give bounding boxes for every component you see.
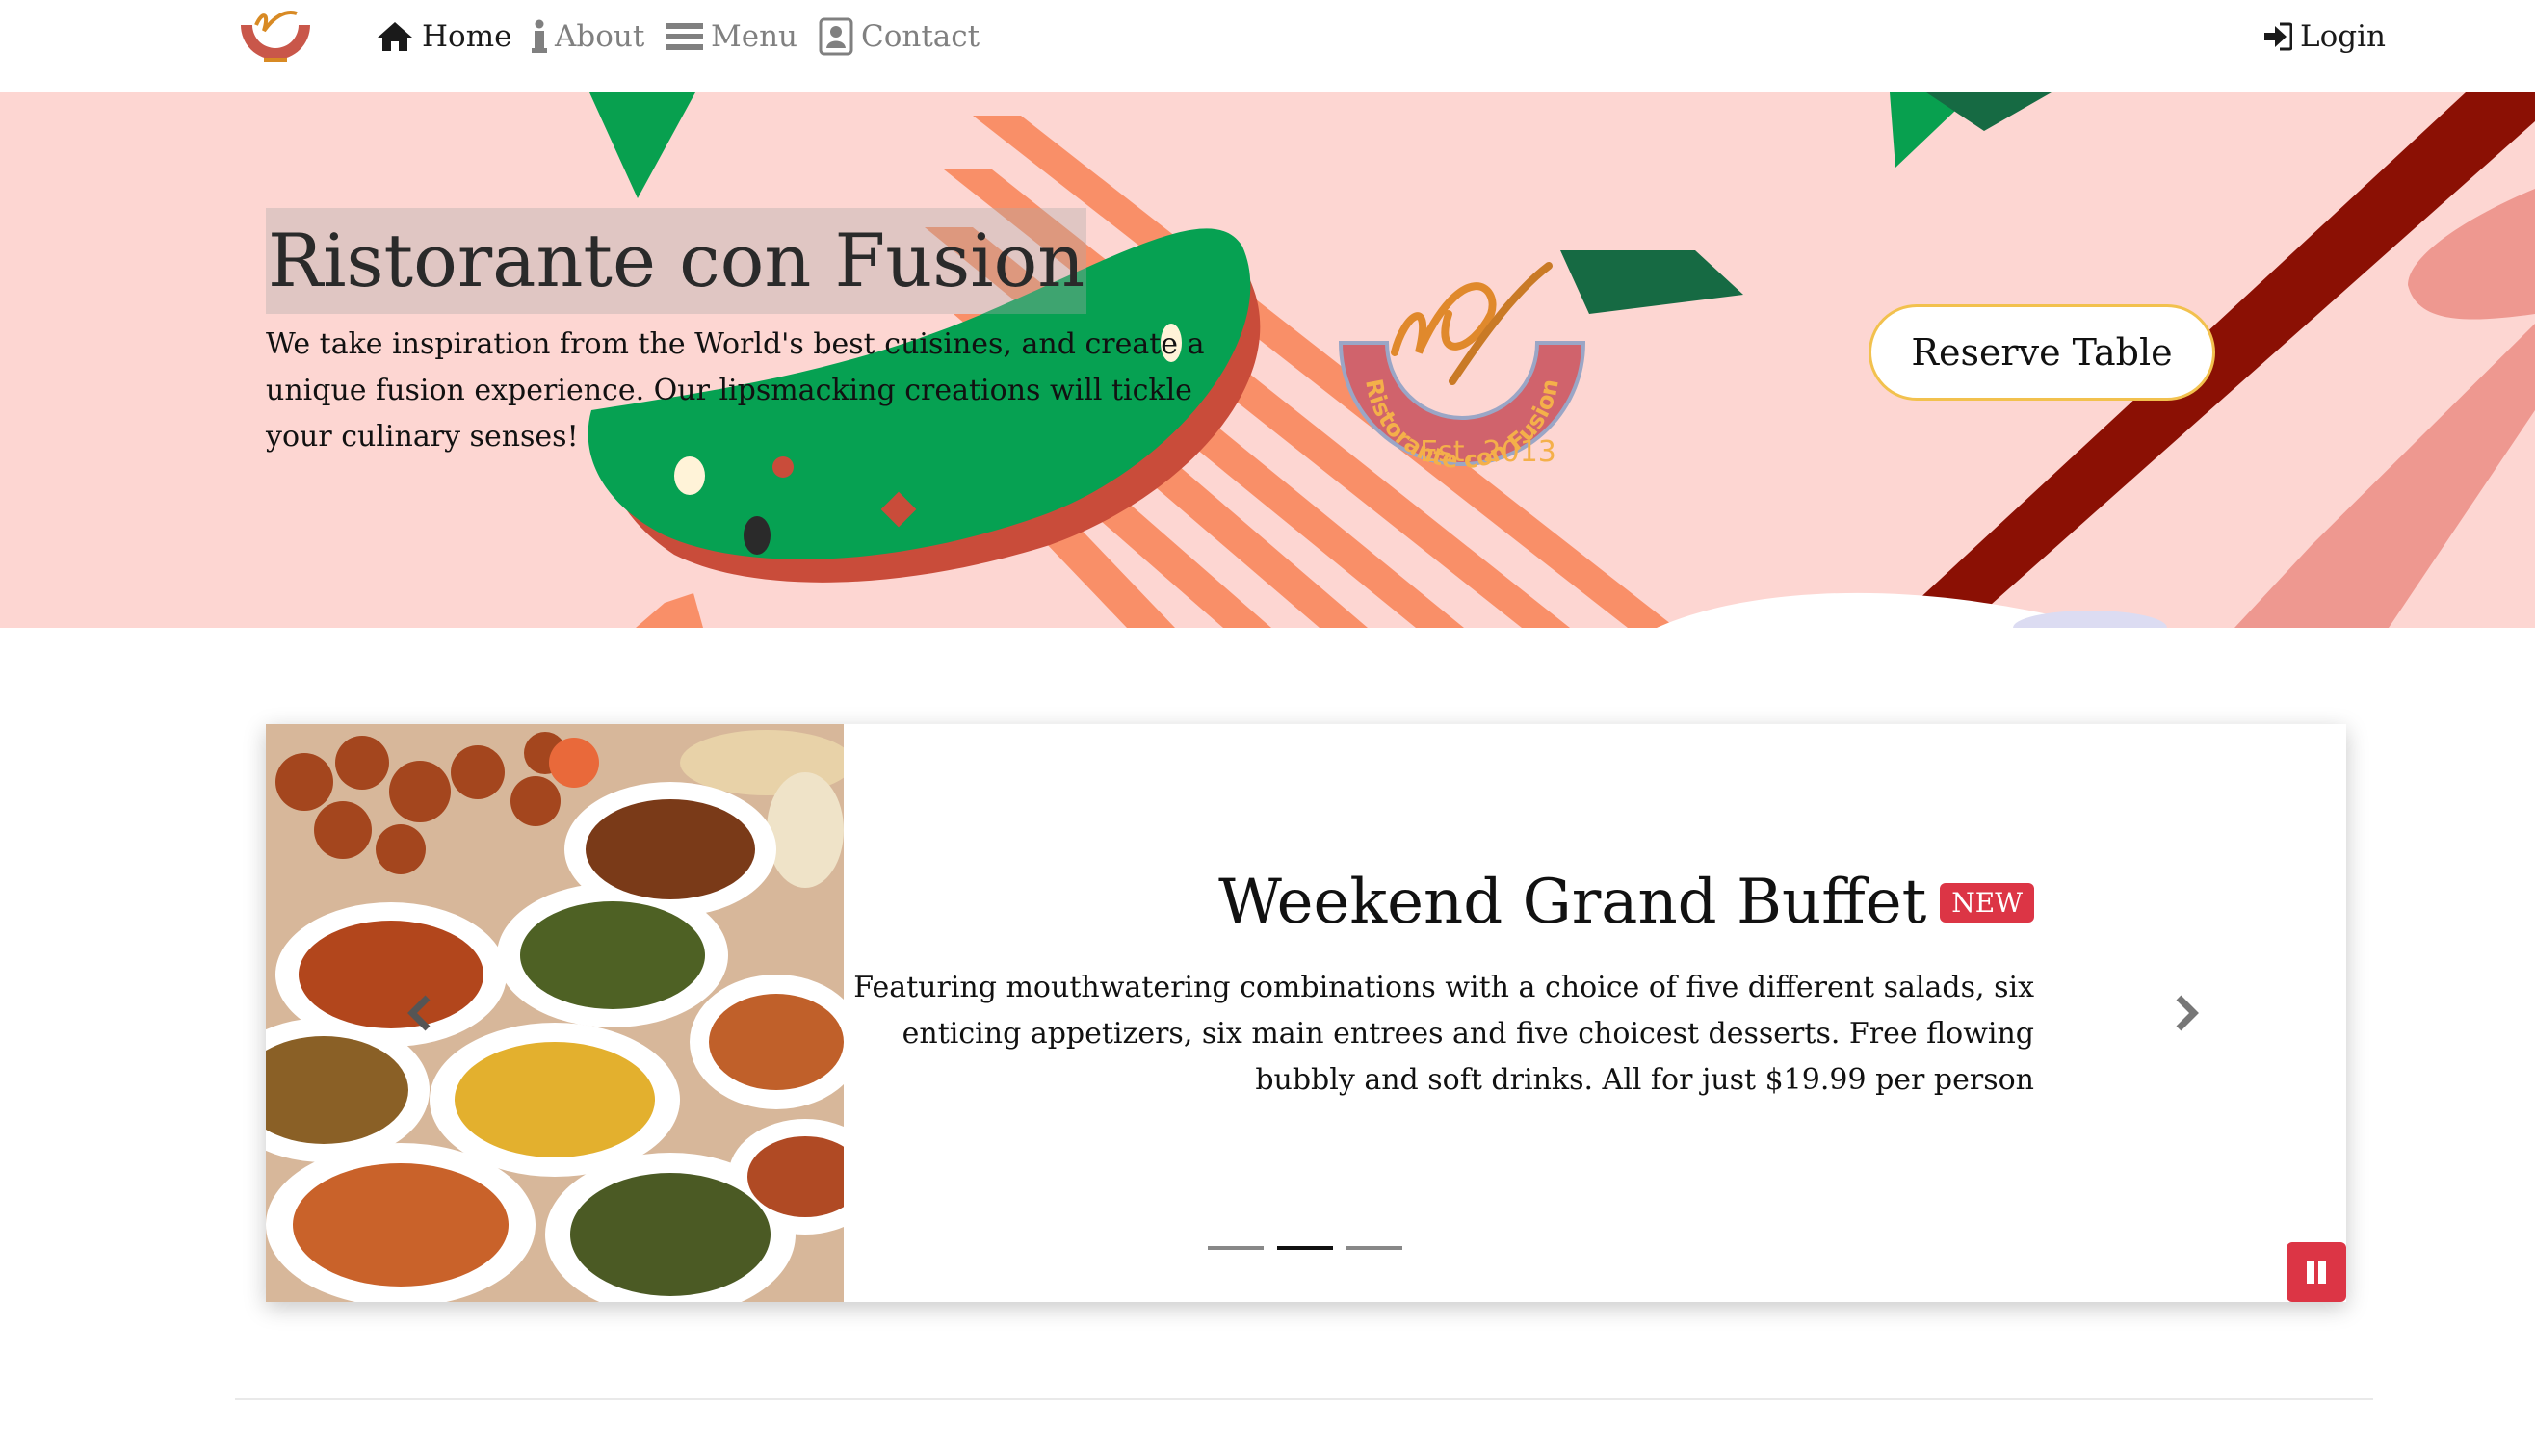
new-badge: NEW	[1940, 882, 2034, 923]
buffet-image	[266, 724, 844, 1302]
promotions-carousel: Weekend Grand Buffet NEW Featuring mouth…	[266, 724, 2346, 1302]
nav-about[interactable]: About	[532, 13, 644, 60]
pause-icon	[2307, 1261, 2326, 1284]
nav-about-label: About	[555, 19, 645, 54]
section-divider	[235, 1398, 2373, 1400]
carousel-indicator-3[interactable]	[1346, 1246, 1402, 1250]
login-link[interactable]: Login	[2263, 13, 2386, 60]
reserve-table-button[interactable]: Reserve Table	[1869, 304, 2215, 401]
info-icon	[532, 19, 547, 53]
carousel-indicator-2[interactable]	[1277, 1246, 1333, 1250]
nav-contact[interactable]: Contact	[819, 13, 980, 60]
carousel-prev-button[interactable]	[391, 984, 449, 1042]
sign-in-icon	[2264, 22, 2292, 51]
nav-menu-label: Menu	[711, 19, 798, 54]
hero-title: Ristorante con Fusion	[266, 208, 1087, 314]
restaurant-logo[interactable]	[235, 8, 316, 69]
carousel-next-button[interactable]	[2157, 984, 2215, 1042]
home-icon	[378, 22, 412, 51]
carousel-pause-button[interactable]	[2287, 1242, 2346, 1302]
nav-menu[interactable]: Menu	[666, 13, 797, 60]
hero-logo-est: Est. 2013	[1420, 435, 1556, 469]
nav-home[interactable]: Home	[376, 13, 511, 60]
login-label: Login	[2300, 19, 2386, 54]
address-card-icon	[819, 17, 853, 56]
nav-contact-label: Contact	[861, 19, 980, 54]
nav-home-label: Home	[422, 19, 512, 54]
hero-description: We take inspiration from the World's bes…	[266, 327, 1205, 454]
carousel-indicator-1[interactable]	[1208, 1246, 1264, 1250]
slide-heading: Weekend Grand Buffet NEW	[1218, 867, 2034, 938]
navbar: Home About Menu Contact Login	[0, 0, 2535, 92]
list-icon	[666, 23, 703, 50]
chevron-right-icon	[2176, 995, 2199, 1031]
hero-jumbotron: Ristorante con Fusion Est. 2013 Ristoran…	[0, 92, 2535, 628]
chevron-left-icon	[407, 995, 431, 1031]
slide-title: Weekend Grand Buffet	[1218, 867, 1927, 938]
slide-description: Featuring mouthwatering combinations wit…	[853, 971, 2034, 1097]
